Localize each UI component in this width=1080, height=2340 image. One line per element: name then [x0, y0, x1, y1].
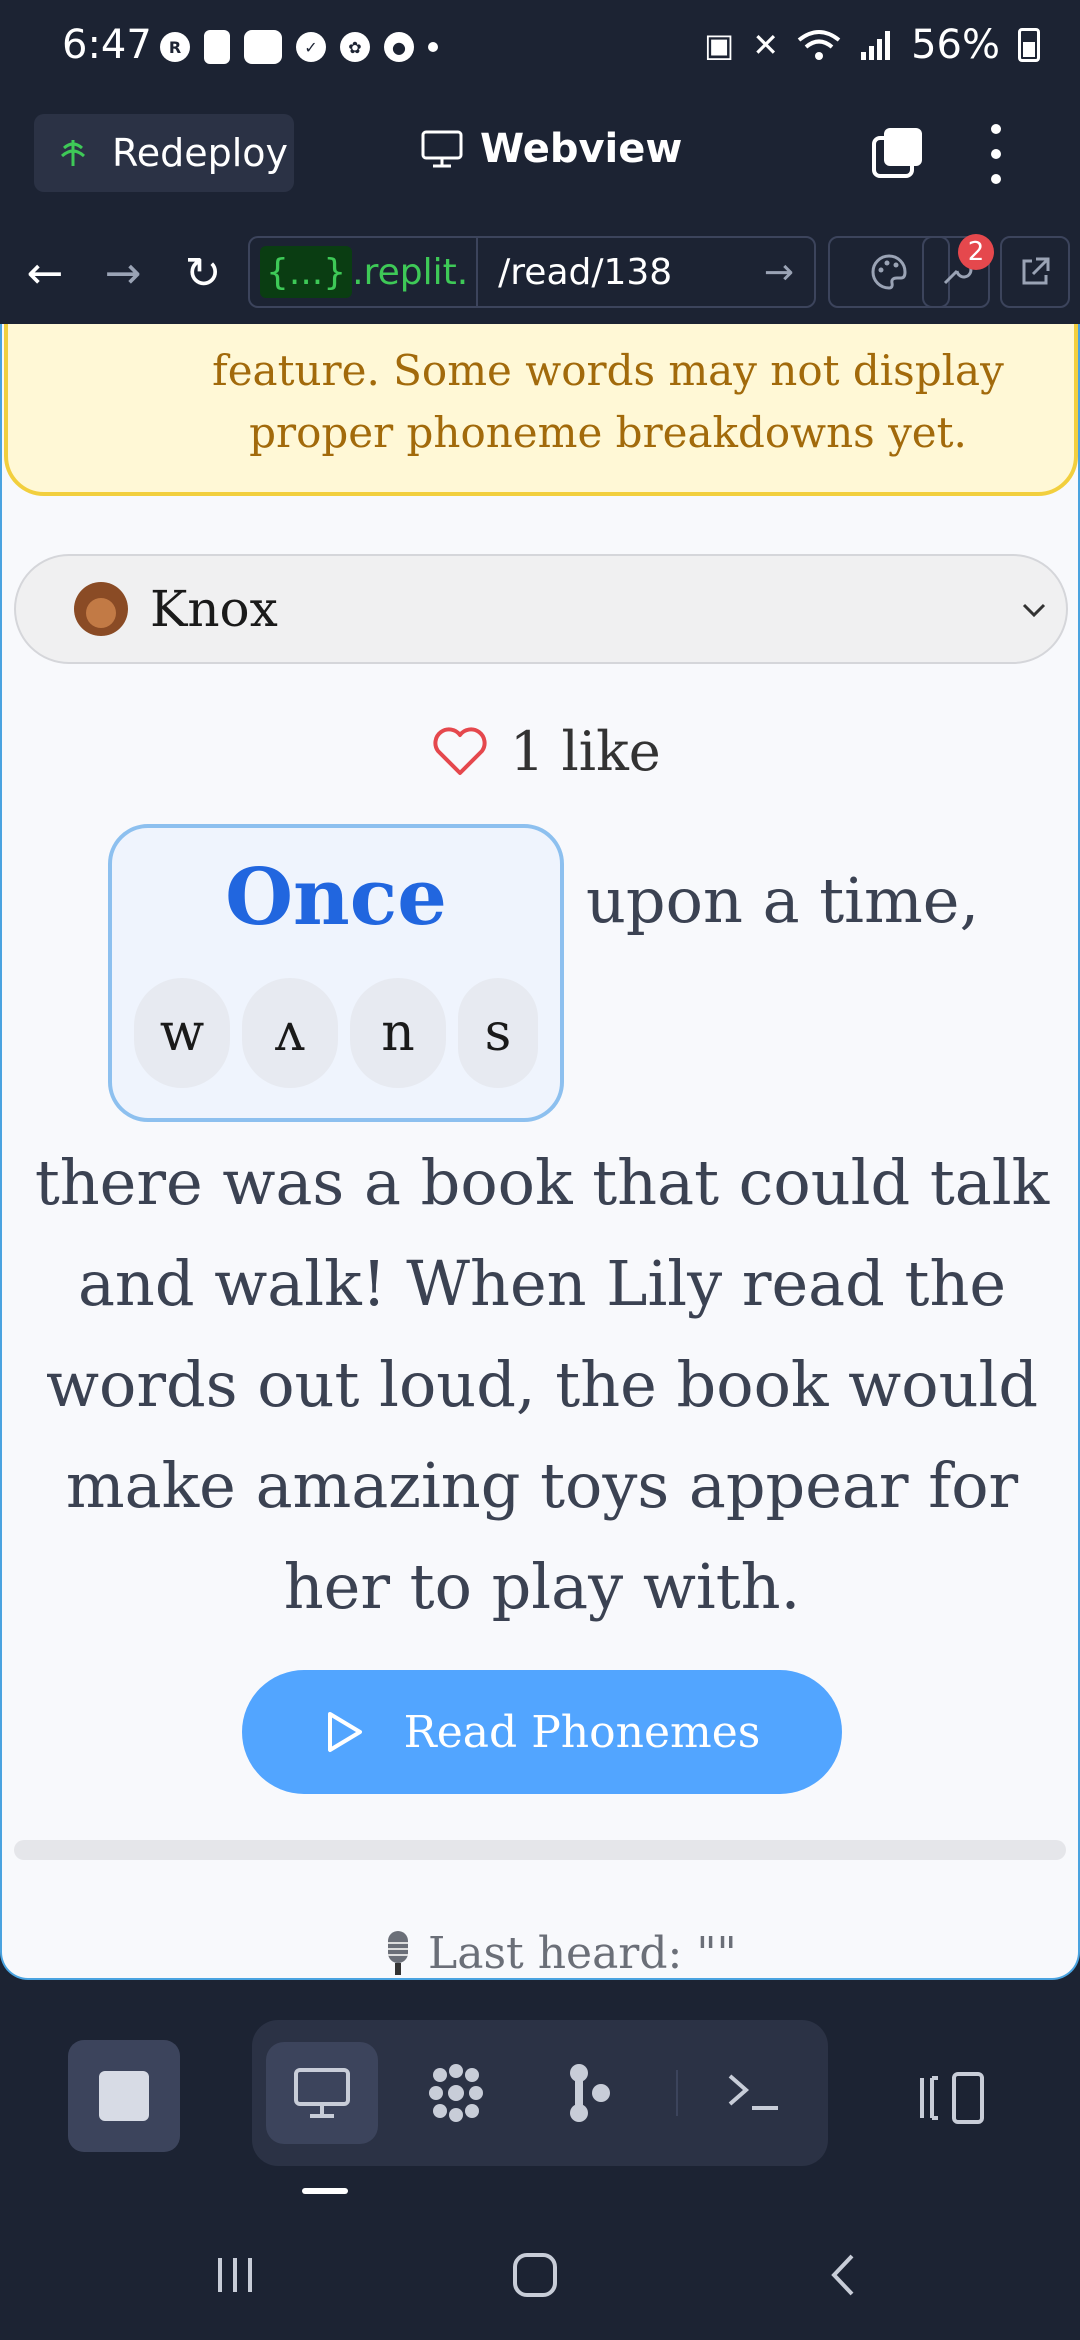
back-nav-icon[interactable]	[820, 2250, 870, 2300]
monitor-icon	[421, 130, 463, 168]
account-icon: ●	[384, 32, 414, 62]
word-phoneme-card[interactable]: Once w ʌ n s	[108, 824, 564, 1122]
battery-icon	[1018, 28, 1040, 62]
deploy-icon	[60, 140, 86, 166]
like-count: 1 like	[510, 720, 661, 783]
phoneme-chip[interactable]: w	[134, 978, 230, 1088]
url-host-suffix: .replit.	[352, 251, 469, 293]
heart-icon	[433, 726, 487, 775]
mute-icon: ✕	[752, 26, 780, 64]
system-icons: ▣ ✕ 56%	[704, 22, 1040, 68]
notification-badge: 2	[958, 234, 994, 270]
back-icon[interactable]: ←	[20, 248, 70, 299]
profile-name: Knox	[150, 580, 278, 638]
tab-shell[interactable]	[698, 2042, 810, 2144]
phoneme-chip[interactable]: s	[458, 978, 538, 1088]
url-host-badge: {...}	[260, 246, 353, 298]
tool-tabs	[252, 2020, 828, 2166]
redeploy-label: Redeploy	[112, 131, 288, 175]
url-field[interactable]: {...} .replit. /read/138 →	[248, 236, 816, 308]
last-heard-text: Last heard: ""	[428, 1928, 737, 1979]
play-icon	[327, 1712, 362, 1752]
read-phonemes-label: Read Phonemes	[403, 1706, 761, 1758]
more-notifications-icon	[428, 42, 438, 52]
palette-icon	[871, 254, 907, 290]
agent-icon	[429, 2064, 483, 2122]
active-tab-indicator	[302, 2188, 348, 2194]
youtube-icon	[244, 30, 282, 64]
wifi-icon	[797, 30, 841, 60]
home-icon[interactable]	[510, 2250, 560, 2300]
layout-toggle-button[interactable]	[918, 2068, 988, 2128]
like-button[interactable]: 1 like	[432, 720, 661, 783]
app-notification-icon	[204, 30, 230, 64]
last-heard-status: Last heard: ""	[382, 1928, 737, 1979]
phoneme-chip[interactable]: n	[350, 978, 446, 1088]
reading-progress-bar	[14, 1840, 1066, 1860]
tab-agent[interactable]	[400, 2042, 512, 2144]
url-path[interactable]: /read/138	[498, 252, 764, 293]
webview-title-text: Webview	[480, 126, 683, 172]
more-menu-button[interactable]	[978, 124, 1014, 184]
notification-icons: R ✓ ✿ ●	[160, 30, 438, 64]
reload-icon[interactable]: ↻	[178, 248, 228, 299]
recent-apps-icon[interactable]	[210, 2250, 260, 2300]
replit-bottom-toolbar	[0, 1980, 1080, 2210]
toolbar-divider	[676, 2070, 678, 2116]
microphone-icon	[388, 1930, 408, 1975]
battery-percent: 56%	[911, 22, 1000, 68]
tabs-icon[interactable]	[870, 124, 926, 180]
signal-icon	[861, 31, 891, 60]
stop-icon	[99, 2071, 149, 2121]
brain-icon: ✿	[340, 32, 370, 62]
story-first-line[interactable]: upon a time,	[586, 864, 979, 937]
highlighted-word[interactable]: Once	[112, 852, 560, 943]
story-text[interactable]: there was a book that could talk and wal…	[22, 1132, 1062, 1637]
check-icon: ✓	[296, 32, 326, 62]
read-phonemes-button[interactable]: Read Phonemes	[242, 1670, 842, 1794]
tab-webview[interactable]	[266, 2042, 378, 2144]
monitor-icon	[294, 2068, 350, 2118]
replit-header: Redeploy Webview	[0, 100, 1080, 222]
notice-text: feature. Some words may not display prop…	[212, 346, 1004, 457]
clock: 6:47	[62, 22, 152, 68]
avatar	[74, 582, 128, 636]
recording-icon: R	[160, 32, 190, 62]
tab-deployments[interactable]	[534, 2042, 646, 2144]
redeploy-button[interactable]: Redeploy	[34, 114, 294, 192]
phoneme-chip[interactable]: ʌ	[242, 978, 338, 1088]
webview-content: feature. Some words may not display prop…	[0, 324, 1080, 1980]
profile-select[interactable]: Knox	[14, 554, 1068, 664]
go-arrow-icon[interactable]: →	[764, 252, 794, 293]
phoneme-notice-banner: feature. Some words may not display prop…	[4, 324, 1078, 496]
external-link-icon	[1022, 257, 1050, 285]
chevron-down-icon	[1022, 603, 1046, 618]
webview-tab-title: Webview	[420, 126, 682, 172]
webview-url-bar: ← → ↻ {...} .replit. /read/138 →	[0, 222, 1080, 325]
battery-saver-icon: ▣	[704, 26, 735, 64]
url-divider	[476, 236, 479, 308]
android-navigation-bar	[0, 2210, 1080, 2340]
split-view-icon	[920, 2072, 984, 2124]
stop-button[interactable]	[68, 2040, 180, 2152]
open-external-button[interactable]	[1000, 236, 1070, 308]
forward-icon[interactable]: →	[98, 248, 148, 299]
terminal-icon	[728, 2074, 778, 2110]
deployments-icon	[570, 2064, 610, 2122]
status-bar: 6:47 R ✓ ✿ ● ▣ ✕ 56%	[0, 0, 1080, 100]
